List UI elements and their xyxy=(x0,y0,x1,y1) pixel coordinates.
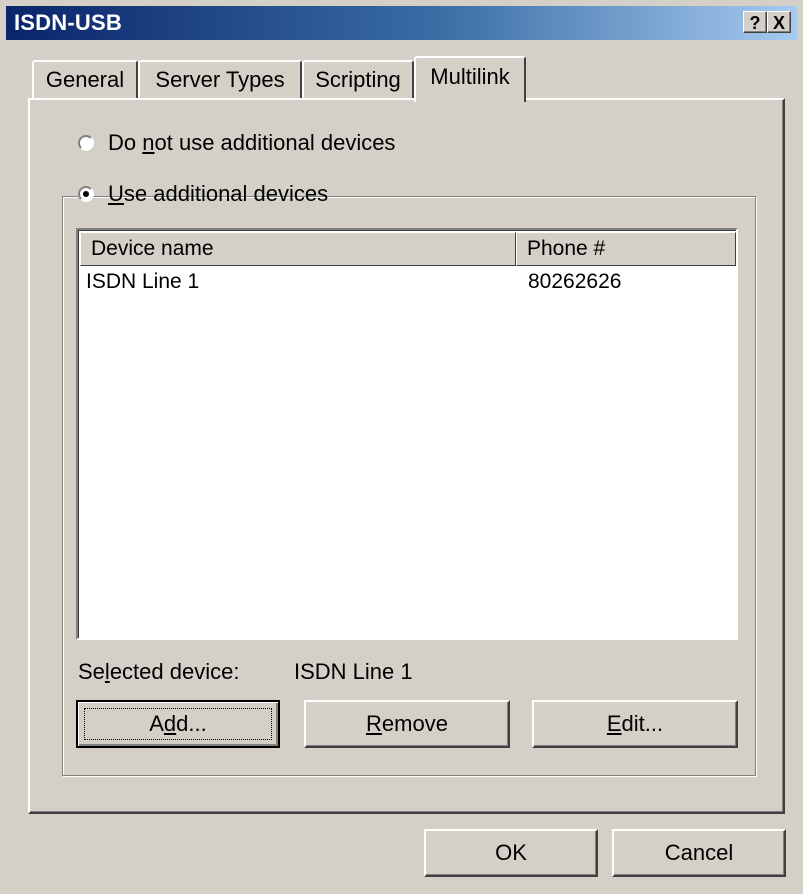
cell-phone: 80262626 xyxy=(528,270,622,293)
radio-button-selected[interactable] xyxy=(78,186,94,202)
title-bar[interactable]: ISDN-USB ? X xyxy=(6,6,797,40)
device-list[interactable]: Device name Phone # ISDN Line 1 80262626 xyxy=(76,228,738,640)
list-row[interactable]: ISDN Line 1 80262626 xyxy=(86,268,726,296)
selected-device-value: ISDN Line 1 xyxy=(294,659,413,684)
radio-label: Use additional devices xyxy=(108,181,329,206)
cancel-button[interactable]: Cancel xyxy=(612,829,786,877)
radio-use-additional[interactable]: Use additional devices xyxy=(78,179,328,209)
close-button[interactable]: X xyxy=(767,11,791,33)
cell-device-name: ISDN Line 1 xyxy=(86,270,200,293)
selected-device-label: Selected device: xyxy=(78,659,240,684)
remove-button[interactable]: Remove xyxy=(304,700,510,748)
tab-scripting[interactable]: Scripting xyxy=(302,60,414,98)
radio-button[interactable] xyxy=(78,135,94,151)
column-header-device-name[interactable]: Device name xyxy=(80,232,516,266)
dialog-window: ISDN-USB ? X General Server Types Script… xyxy=(0,0,803,894)
active-tab-join xyxy=(416,96,524,102)
radio-label: Do not use additional devices xyxy=(108,130,396,155)
add-button[interactable]: Add... xyxy=(76,700,280,748)
window-title: ISDN-USB xyxy=(14,10,122,35)
column-header-phone[interactable]: Phone # xyxy=(516,232,736,266)
radio-dot xyxy=(83,191,89,197)
tab-server-types[interactable]: Server Types xyxy=(138,60,302,98)
ok-button[interactable]: OK xyxy=(424,829,598,877)
focus-rectangle xyxy=(84,708,272,740)
help-button[interactable]: ? xyxy=(743,11,767,33)
tab-general[interactable]: General xyxy=(32,60,138,98)
edit-button[interactable]: Edit... xyxy=(532,700,738,748)
